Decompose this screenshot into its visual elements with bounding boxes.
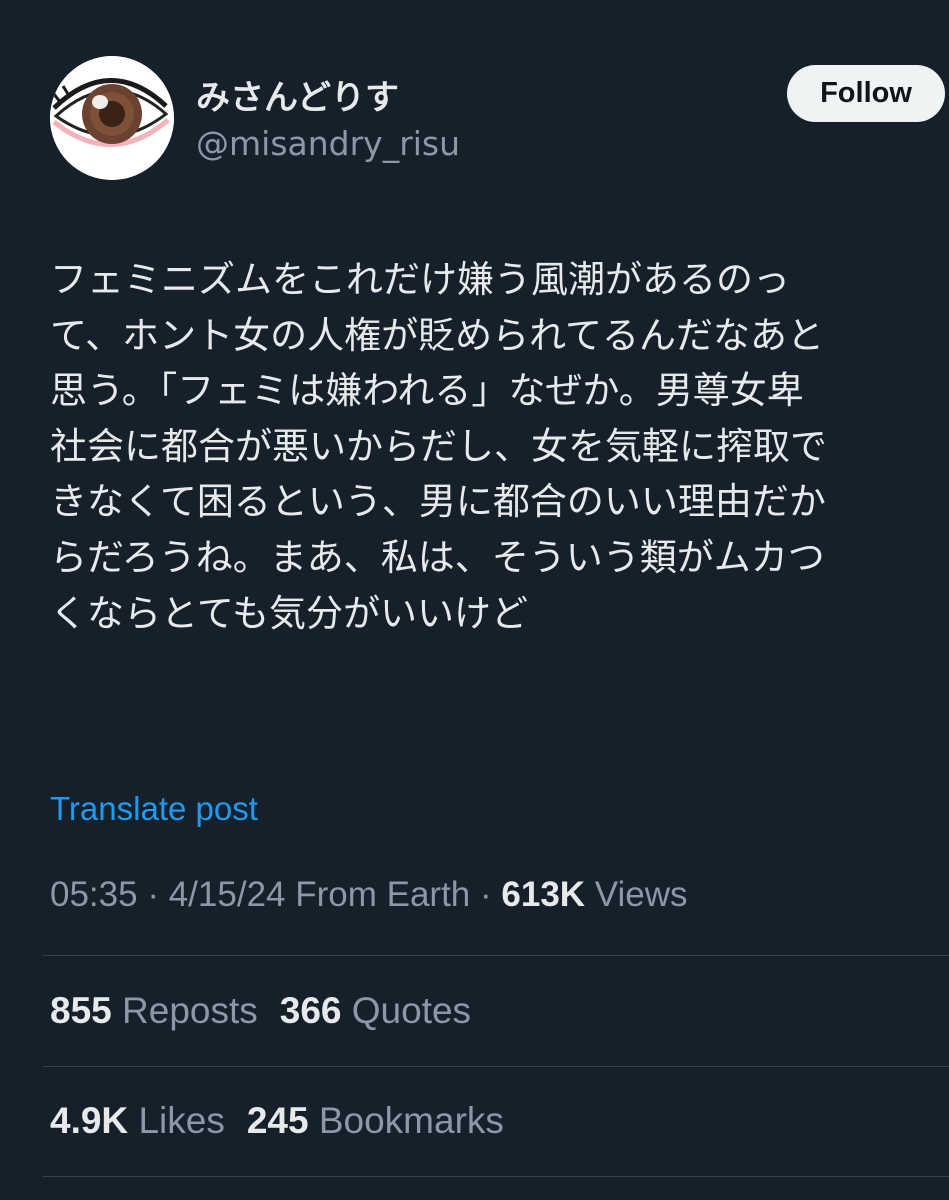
quotes-count: 366 (279, 990, 342, 1031)
stats-row-likes-bookmarks: 4.9K Likes 245 Bookmarks (50, 1100, 504, 1142)
bookmarks-label: Bookmarks (318, 1100, 504, 1141)
follow-button[interactable]: Follow (787, 65, 945, 122)
divider (43, 1066, 949, 1067)
author-display-name[interactable]: みさんどりす (196, 70, 399, 119)
quotes-label: Quotes (351, 990, 472, 1031)
post-text-line: きなくて困るという、男に都合のいい理由だか (50, 480, 826, 524)
meta-separator: · (147, 875, 159, 914)
likes-label: Likes (138, 1100, 225, 1141)
quotes-stat[interactable]: 366 Quotes (280, 990, 471, 1031)
views-count: 613K (501, 875, 586, 914)
translate-post-link[interactable]: Translate post (50, 790, 258, 828)
post-text: フェミニズムをこれだけ嫌う風潮があるのっ て、ホント女の人権が貶められてるんだな… (50, 252, 949, 641)
reposts-stat[interactable]: 855 Reposts (50, 990, 258, 1031)
bookmarks-count: 245 (246, 1100, 309, 1141)
reposts-count: 855 (50, 990, 112, 1031)
post-text-line: くならとても気分がいいけど (50, 591, 529, 635)
post-meta: 05:35 · 4/15/24 From Earth · 613K Views (50, 875, 688, 915)
post-text-line: らだろうね。まあ、私は、そういう類がムカつ (50, 535, 825, 579)
eye-icon (50, 56, 174, 180)
views-label: Views (594, 875, 688, 914)
post-date-location: 4/15/24 From Earth (168, 875, 471, 914)
bookmarks-stat[interactable]: 245 Bookmarks (247, 1100, 504, 1141)
post-time[interactable]: 05:35 (50, 875, 138, 914)
meta-separator: · (480, 875, 492, 914)
likes-count: 4.9K (50, 1100, 129, 1141)
post-text-line: 社会に都合が悪いからだし、女を気軽に搾取で (50, 424, 827, 468)
divider (43, 955, 949, 956)
likes-stat[interactable]: 4.9K Likes (50, 1100, 225, 1141)
post-text-line: フェミニズムをこれだけ嫌う風潮があるのっ (50, 258, 790, 301)
post-text-line: て、ホント女の人権が貶められてるんだなあと (50, 313, 825, 357)
stats-row-reposts-quotes: 855 Reposts 366 Quotes (50, 990, 471, 1032)
reposts-label: Reposts (122, 990, 258, 1031)
post-text-line: 思う。「フェミは嫌われる」なぜか。男尊女卑 (50, 369, 804, 413)
author-handle[interactable]: @misandry_risu (196, 124, 460, 163)
divider (43, 1176, 949, 1177)
avatar[interactable] (50, 56, 174, 180)
